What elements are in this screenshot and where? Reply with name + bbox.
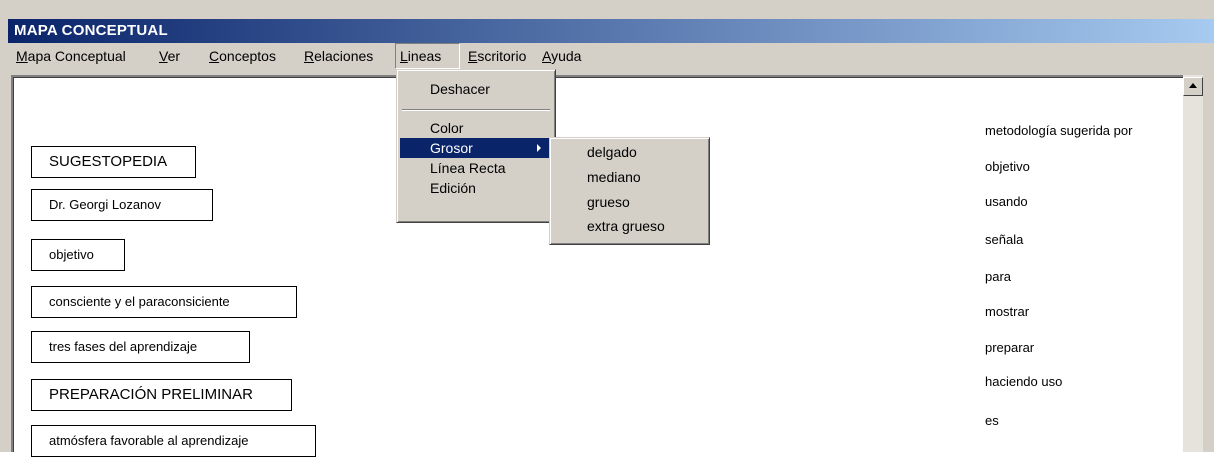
- relation-label[interactable]: preparar: [985, 340, 1034, 355]
- concept-map-canvas[interactable]: SUGESTOPEDIA Dr. Georgi Lozanov objetivo…: [11, 75, 1183, 457]
- mnemonic: R: [304, 48, 315, 64]
- menu-item-edicion[interactable]: Edición: [400, 178, 552, 198]
- menu-ver[interactable]: Ver: [155, 43, 184, 69]
- relation-label[interactable]: haciendo uso: [985, 374, 1062, 389]
- scroll-up-button[interactable]: [1183, 77, 1203, 96]
- menu-relaciones[interactable]: Relaciones: [300, 43, 377, 69]
- menu-label-rest: elaciones: [314, 48, 374, 64]
- triangle-right-icon: [537, 144, 541, 152]
- mnemonic: M: [16, 48, 28, 64]
- relation-label[interactable]: metodología sugerida por: [985, 123, 1132, 138]
- submenu-item-grueso[interactable]: grueso: [553, 191, 706, 213]
- menu-label-rest: onceptos: [219, 48, 276, 64]
- mnemonic: L: [400, 48, 408, 64]
- menu-label-rest: er: [167, 48, 181, 64]
- menu-escritorio[interactable]: Escritorio: [464, 43, 530, 69]
- menu-label-rest: yuda: [551, 48, 582, 64]
- menu-bar: Mapa Conceptual Ver Conceptos Relaciones…: [8, 43, 1214, 69]
- menu-mapa-conceptual[interactable]: Mapa Conceptual: [12, 43, 130, 69]
- mnemonic: A: [542, 48, 552, 64]
- menu-label-rest: apa Conceptual: [27, 48, 126, 64]
- title-bar[interactable]: MAPA CONCEPTUAL: [8, 19, 1214, 43]
- relation-label[interactable]: mostrar: [985, 304, 1029, 319]
- relation-label[interactable]: señala: [985, 232, 1023, 247]
- triangle-up-icon: [1189, 83, 1197, 88]
- concept-box[interactable]: tres fases del aprendizaje: [31, 331, 250, 363]
- concept-box[interactable]: consciente y el paraconsiciente: [31, 286, 297, 318]
- window-title: MAPA CONCEPTUAL: [14, 22, 168, 39]
- concept-box[interactable]: atmósfera favorable al aprendizaje: [31, 425, 316, 457]
- menu-separator: [402, 109, 550, 111]
- concept-box[interactable]: Dr. Georgi Lozanov: [31, 189, 213, 221]
- menu-label-rest: ineas: [407, 48, 442, 64]
- mnemonic: C: [209, 48, 220, 64]
- menu-conceptos[interactable]: Conceptos: [205, 43, 280, 69]
- menu-item-color[interactable]: Color: [400, 118, 552, 138]
- vertical-scrollbar[interactable]: [1183, 75, 1203, 452]
- menu-label-rest: scritorio: [477, 48, 527, 64]
- concept-box[interactable]: objetivo: [31, 239, 125, 271]
- mnemonic: E: [468, 48, 478, 64]
- menu-item-deshacer[interactable]: Deshacer: [400, 79, 552, 99]
- relation-label[interactable]: objetivo: [985, 159, 1030, 174]
- application-window: MAPA CONCEPTUAL Mapa Conceptual Ver Conc…: [0, 0, 1214, 457]
- menu-ayuda[interactable]: Ayuda: [538, 43, 585, 69]
- concept-box[interactable]: PREPARACIÓN PRELIMINAR: [31, 379, 292, 411]
- menu-item-grosor[interactable]: Grosor: [400, 138, 552, 158]
- submenu-item-delgado[interactable]: delgado: [553, 141, 706, 163]
- relation-label[interactable]: para: [985, 269, 1011, 284]
- menu-item-linea-recta[interactable]: Línea Recta: [400, 158, 552, 178]
- mnemonic: V: [159, 48, 168, 64]
- relation-label[interactable]: usando: [985, 194, 1028, 209]
- menu-item-label: Grosor: [430, 140, 473, 156]
- submenu-item-mediano[interactable]: mediano: [553, 166, 706, 188]
- lineas-dropdown-menu: Deshacer Color Grosor Línea Recta Edició…: [396, 69, 556, 223]
- relation-label[interactable]: es: [985, 413, 999, 428]
- grosor-submenu: delgado mediano grueso extra grueso: [549, 137, 710, 245]
- menu-lineas[interactable]: Lineas: [395, 43, 460, 69]
- submenu-item-extra-grueso[interactable]: extra grueso: [553, 215, 706, 237]
- concept-box[interactable]: SUGESTOPEDIA: [31, 146, 196, 178]
